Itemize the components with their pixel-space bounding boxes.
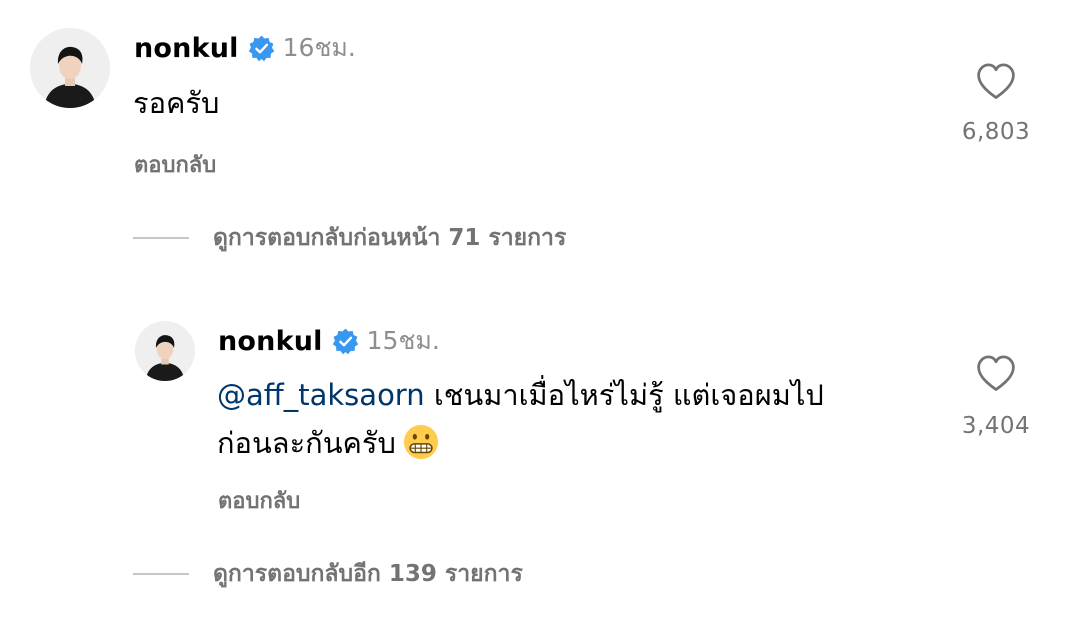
reply-text: @aff_taksaorn เชนมาเมื่อไหร่ไม่รู้ แต่เจ…	[217, 371, 917, 467]
timestamp: 16ชม.	[282, 33, 356, 62]
heart-icon[interactable]	[975, 61, 1017, 101]
timestamp: 15ชม.	[366, 326, 440, 355]
heart-icon[interactable]	[975, 353, 1017, 393]
like-group: 3,404	[941, 353, 1051, 439]
comment-header: nonkul 16ชม.	[134, 30, 356, 66]
divider	[133, 237, 189, 239]
reply-button[interactable]: ตอบกลับ	[134, 147, 216, 182]
user-avatar-icon	[30, 28, 110, 108]
divider	[133, 573, 189, 575]
view-more-replies-label: ดูการตอบกลับอีก 139 รายการ	[213, 561, 523, 587]
view-previous-replies-label: ดูการตอบกลับก่อนหน้า 71 รายการ	[213, 225, 567, 251]
like-group: 6,803	[941, 61, 1051, 145]
avatar[interactable]	[135, 321, 195, 381]
username[interactable]: nonkul	[134, 33, 239, 64]
verified-badge-icon	[248, 35, 275, 62]
reply-text-content-2: ก่อนละกันครับ	[217, 426, 396, 460]
mention-link[interactable]: @aff_taksaorn	[217, 378, 425, 412]
comment-text: รอครับ	[133, 86, 220, 120]
like-count: 6,803	[961, 119, 1031, 145]
view-more-replies-button[interactable]: ดูการตอบกลับอีก 139 รายการ	[133, 558, 523, 590]
avatar[interactable]	[30, 28, 110, 108]
username[interactable]: nonkul	[218, 326, 323, 357]
verified-badge-icon	[332, 328, 359, 355]
reply-button[interactable]: ตอบกลับ	[218, 483, 300, 518]
reply-text-line-2: ก่อนละกันครับ	[217, 419, 917, 467]
like-count: 3,404	[961, 413, 1031, 439]
reply-text-content: เชนมาเมื่อไหร่ไม่รู้ แต่เจอผมไป	[424, 378, 824, 412]
reply-text-line-1: @aff_taksaorn เชนมาเมื่อไหร่ไม่รู้ แต่เจ…	[217, 371, 917, 419]
reply-header: nonkul 15ชม.	[218, 323, 440, 359]
view-previous-replies-button[interactable]: ดูการตอบกลับก่อนหน้า 71 รายการ	[133, 222, 566, 254]
user-avatar-icon	[135, 321, 195, 381]
grimacing-face-icon	[402, 423, 440, 461]
